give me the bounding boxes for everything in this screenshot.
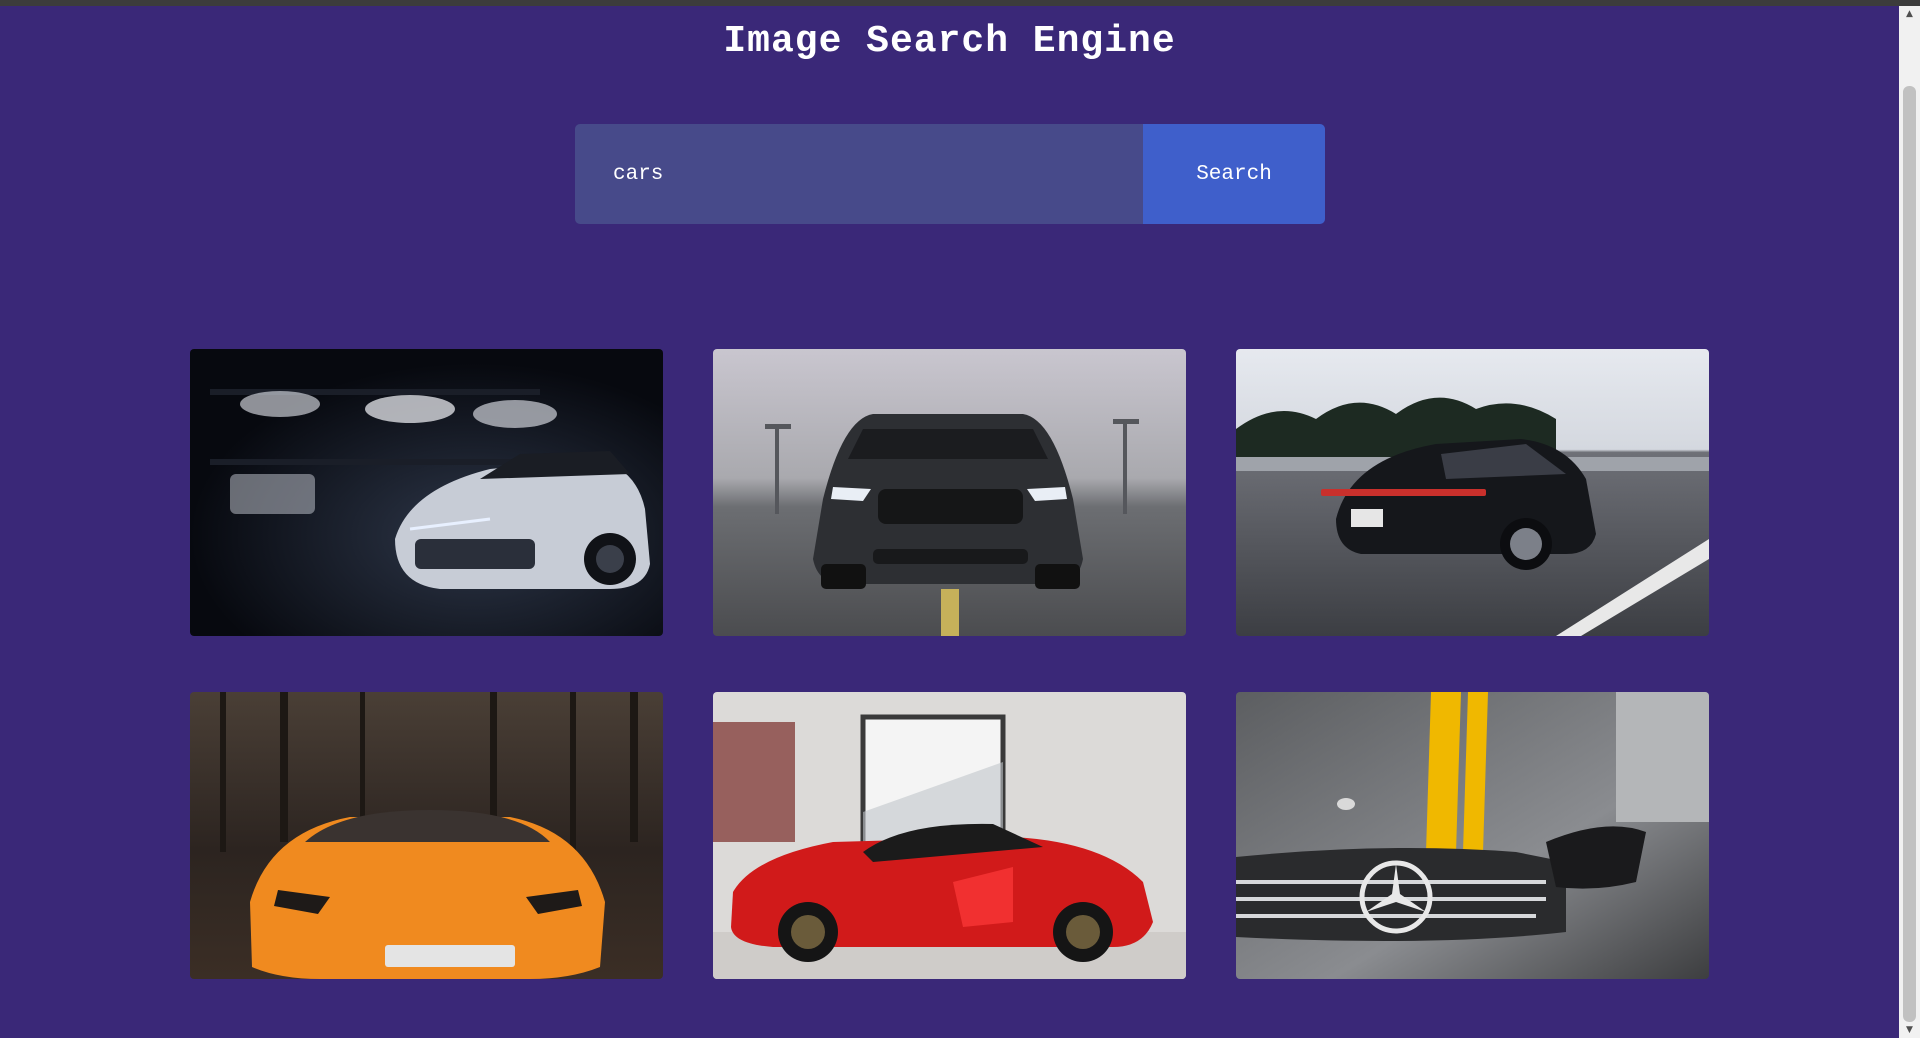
car-photo [1236,692,1709,979]
result-image[interactable] [713,692,1186,979]
search-button[interactable]: Search [1143,124,1325,224]
scroll-up-arrow-icon[interactable]: ▲ [1899,6,1920,22]
result-image[interactable] [713,349,1186,636]
result-image[interactable] [1236,349,1709,636]
car-photo [190,692,663,979]
page-scrollbar[interactable]: ▲ ▼ [1899,6,1920,1038]
car-photo [1236,349,1709,636]
result-image[interactable] [190,692,663,979]
page-title: Image Search Engine [723,20,1176,63]
car-photo [190,349,663,636]
scroll-thumb[interactable] [1903,86,1916,1022]
page: Image Search Engine Search [0,6,1899,1038]
car-photo [713,349,1186,636]
result-image[interactable] [190,349,663,636]
search-form: Search [575,124,1325,224]
scroll-down-arrow-icon[interactable]: ▼ [1899,1022,1920,1038]
car-photo [713,692,1186,979]
result-image[interactable] [1236,692,1709,979]
search-input[interactable] [575,124,1143,224]
